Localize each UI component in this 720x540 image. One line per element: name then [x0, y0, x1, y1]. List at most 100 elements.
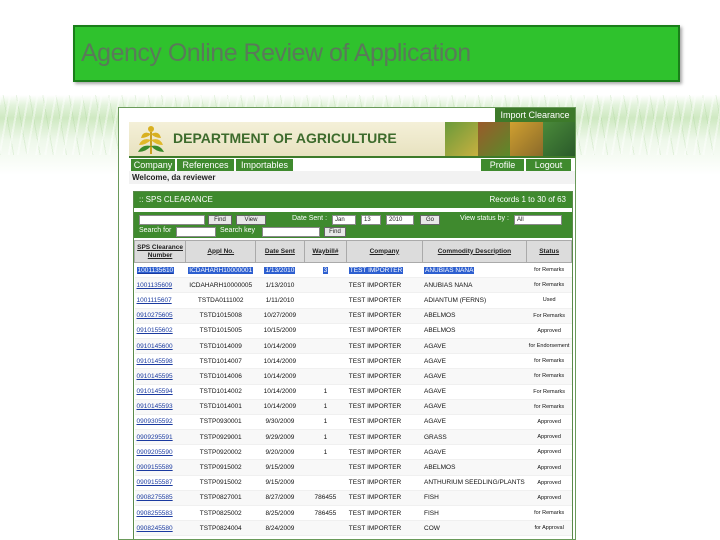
col-sps-number[interactable]: SPS Clearance Number: [133, 240, 187, 263]
agency-header: DEPARTMENT OF AGRICULTURE: [129, 122, 575, 158]
cell-waybill: 1: [304, 444, 347, 461]
cell-appl: TSTD1014006: [185, 368, 256, 385]
cell-date: 8/24/2009: [255, 520, 304, 537]
cell-commodity: ABELMOS: [422, 308, 527, 324]
table-row[interactable]: 1001115607 TSTDA0111002 1/11/2010 TEST IMPO…: [134, 292, 572, 309]
cell-appl: TSTP0915002: [185, 475, 256, 491]
go-button[interactable]: Go: [420, 215, 440, 225]
cell-date: 9/30/2009: [255, 414, 304, 431]
import-clearance-tab[interactable]: Import Clearance: [495, 108, 575, 122]
cell-sps[interactable]: 0909205590: [134, 444, 186, 461]
cell-sps[interactable]: 0908275585: [134, 490, 186, 507]
table-row[interactable]: 0909295591 TSTP0929001 9/29/2009 1 TEST IMPO…: [134, 429, 572, 446]
cell-sps[interactable]: 0909295591: [134, 429, 186, 446]
cell-company: TEST IMPORTER: [346, 399, 422, 415]
col-waybill[interactable]: Waybill#: [303, 240, 348, 263]
slide-title-box: Agency Online Review of Application: [73, 25, 680, 82]
table-row[interactable]: 0910145600 TSTD1014009 10/14/2009 TEST IMPO…: [134, 338, 572, 355]
cell-appl: TSTD1015008: [185, 308, 256, 324]
col-company[interactable]: Company: [346, 240, 423, 263]
cell-status: For Remarks: [526, 384, 572, 400]
status-select[interactable]: All: [514, 215, 562, 225]
cell-sps[interactable]: 0910145600: [134, 338, 186, 355]
cell-sps[interactable]: 1001135610: [134, 262, 186, 279]
filter-bar: Find View Date Sent : Jan 13 2010 Go Vie…: [134, 212, 572, 238]
cell-commodity: GRASS: [422, 429, 527, 446]
cell-status: Approved: [526, 429, 572, 446]
cell-waybill: [304, 459, 347, 476]
month-select[interactable]: Jan: [332, 215, 356, 225]
cell-sps[interactable]: 0910145594: [134, 384, 186, 400]
table-row[interactable]: 0908275585 TSTP0827001 8/27/2009 786455 TEST…: [134, 490, 572, 507]
col-appl-no[interactable]: Appl No.: [185, 240, 257, 263]
search-key-input[interactable]: [262, 227, 320, 237]
nav-references[interactable]: References: [177, 159, 235, 171]
table-row[interactable]: 0910145594 TSTD1014002 10/14/2009 1 TEST IMP…: [134, 384, 572, 400]
cell-waybill: 1: [304, 429, 347, 446]
cell-appl: TSTP0915002: [185, 459, 256, 476]
cell-sps[interactable]: 0910145595: [134, 368, 186, 385]
cell-sps[interactable]: 1001135609: [134, 277, 186, 294]
table-row[interactable]: 0910145595 TSTD1014006 10/14/2009 TEST IMPO…: [134, 368, 572, 385]
view-status-label: View status by :: [460, 215, 509, 222]
table-row[interactable]: 0908255583 TSTP0825002 8/25/2009 786455 TEST…: [134, 505, 572, 522]
table-row[interactable]: 1001135610 ICDAHARH10000001 1/13/2010 3 TEST…: [134, 262, 572, 279]
cell-status: for Remarks: [526, 262, 572, 279]
cell-sps[interactable]: 0910275605: [134, 308, 186, 324]
table-row[interactable]: 0910145593 TSTD1014001 10/14/2009 1 TEST IMP…: [134, 399, 572, 415]
search-key-label: Search key: [220, 227, 256, 234]
cell-appl: TSTD1014001: [185, 399, 256, 415]
cell-sps[interactable]: 1001115607: [134, 292, 186, 309]
nav-logout[interactable]: Logout: [526, 159, 572, 171]
table-row[interactable]: 1001135609 ICDAHARH10000005 1/13/2010 TEST …: [134, 277, 572, 294]
find-input[interactable]: [139, 215, 205, 225]
year-select[interactable]: 2010: [386, 215, 414, 225]
col-commodity[interactable]: Commodity Description: [421, 240, 528, 263]
cell-waybill: [304, 353, 347, 370]
cell-waybill: 1: [304, 414, 347, 431]
search-for-select[interactable]: [176, 227, 216, 237]
cell-appl: TSTP0825002: [185, 505, 256, 522]
table-row[interactable]: 0908245580 TSTP0824004 8/24/2009 TEST IMPOR…: [134, 520, 572, 537]
table-row[interactable]: 0910275605 TSTD1015008 10/27/2009 TEST IMPO…: [134, 308, 572, 324]
cell-sps[interactable]: 0910145598: [134, 353, 186, 370]
cell-sps[interactable]: 0909305592: [134, 414, 186, 431]
cell-sps[interactable]: 0910155602: [134, 323, 186, 339]
app-screenshot: Import Clearance DEPARTMENT OF AGRICULTU…: [118, 107, 576, 540]
cell-company: TEST IMPORTER: [346, 520, 422, 537]
cell-status: Approved: [526, 414, 572, 431]
cell-company: TEST IMPORTER: [346, 262, 422, 279]
view-button[interactable]: View: [236, 215, 266, 225]
col-status[interactable]: Status: [526, 240, 572, 263]
cell-sps[interactable]: 0908245580: [134, 520, 186, 537]
cell-status: Approved: [526, 444, 572, 461]
selected-text: ANUBIAS NANA: [424, 266, 475, 274]
nav-importables[interactable]: Importables: [236, 159, 294, 171]
col-date-sent[interactable]: Date Sent: [255, 240, 305, 263]
cell-company: TEST IMPORTER: [346, 292, 422, 309]
table-row[interactable]: 0910145598 TSTD1014007 10/14/2009 TEST IMPO…: [134, 353, 572, 370]
nav-profile[interactable]: Profile: [481, 159, 525, 171]
cell-company: TEST IMPORTER: [346, 459, 422, 476]
table-row[interactable]: 0909155587 TSTP0915002 9/15/2009 TEST IMPOR…: [134, 475, 572, 491]
find-button[interactable]: Find: [208, 215, 232, 225]
cell-appl: TSTD1015005: [185, 323, 256, 339]
day-select[interactable]: 13: [361, 215, 381, 225]
cell-sps[interactable]: 0910145593: [134, 399, 186, 415]
cell-sps[interactable]: 0909155587: [134, 475, 186, 491]
search-find-button[interactable]: Find: [324, 227, 346, 237]
cell-status: Approved: [526, 323, 572, 339]
table-row[interactable]: 0909155589 TSTP0915002 9/15/2009 TEST IMPOR…: [134, 459, 572, 476]
table-row[interactable]: 0909305592 TSTP0930001 9/30/2009 1 TEST IMPO…: [134, 414, 572, 431]
slide-title: Agency Online Review of Application: [81, 39, 471, 67]
table-row[interactable]: 0910155602 TSTD1015005 10/15/2009 TEST IMPO…: [134, 323, 572, 339]
cell-status: Approved: [526, 475, 572, 491]
cell-status: Approved: [526, 490, 572, 507]
table-row[interactable]: 0909205590 TSTP0920002 9/20/2009 1 TEST IMPO…: [134, 444, 572, 461]
cell-sps[interactable]: 0909155589: [134, 459, 186, 476]
cell-sps[interactable]: 0908255583: [134, 505, 186, 522]
main-nav: Company References Importables Profile L…: [129, 158, 575, 171]
header-photo-strip: [445, 122, 575, 156]
selected-text: 3: [322, 266, 329, 274]
nav-company[interactable]: Company: [131, 159, 176, 171]
